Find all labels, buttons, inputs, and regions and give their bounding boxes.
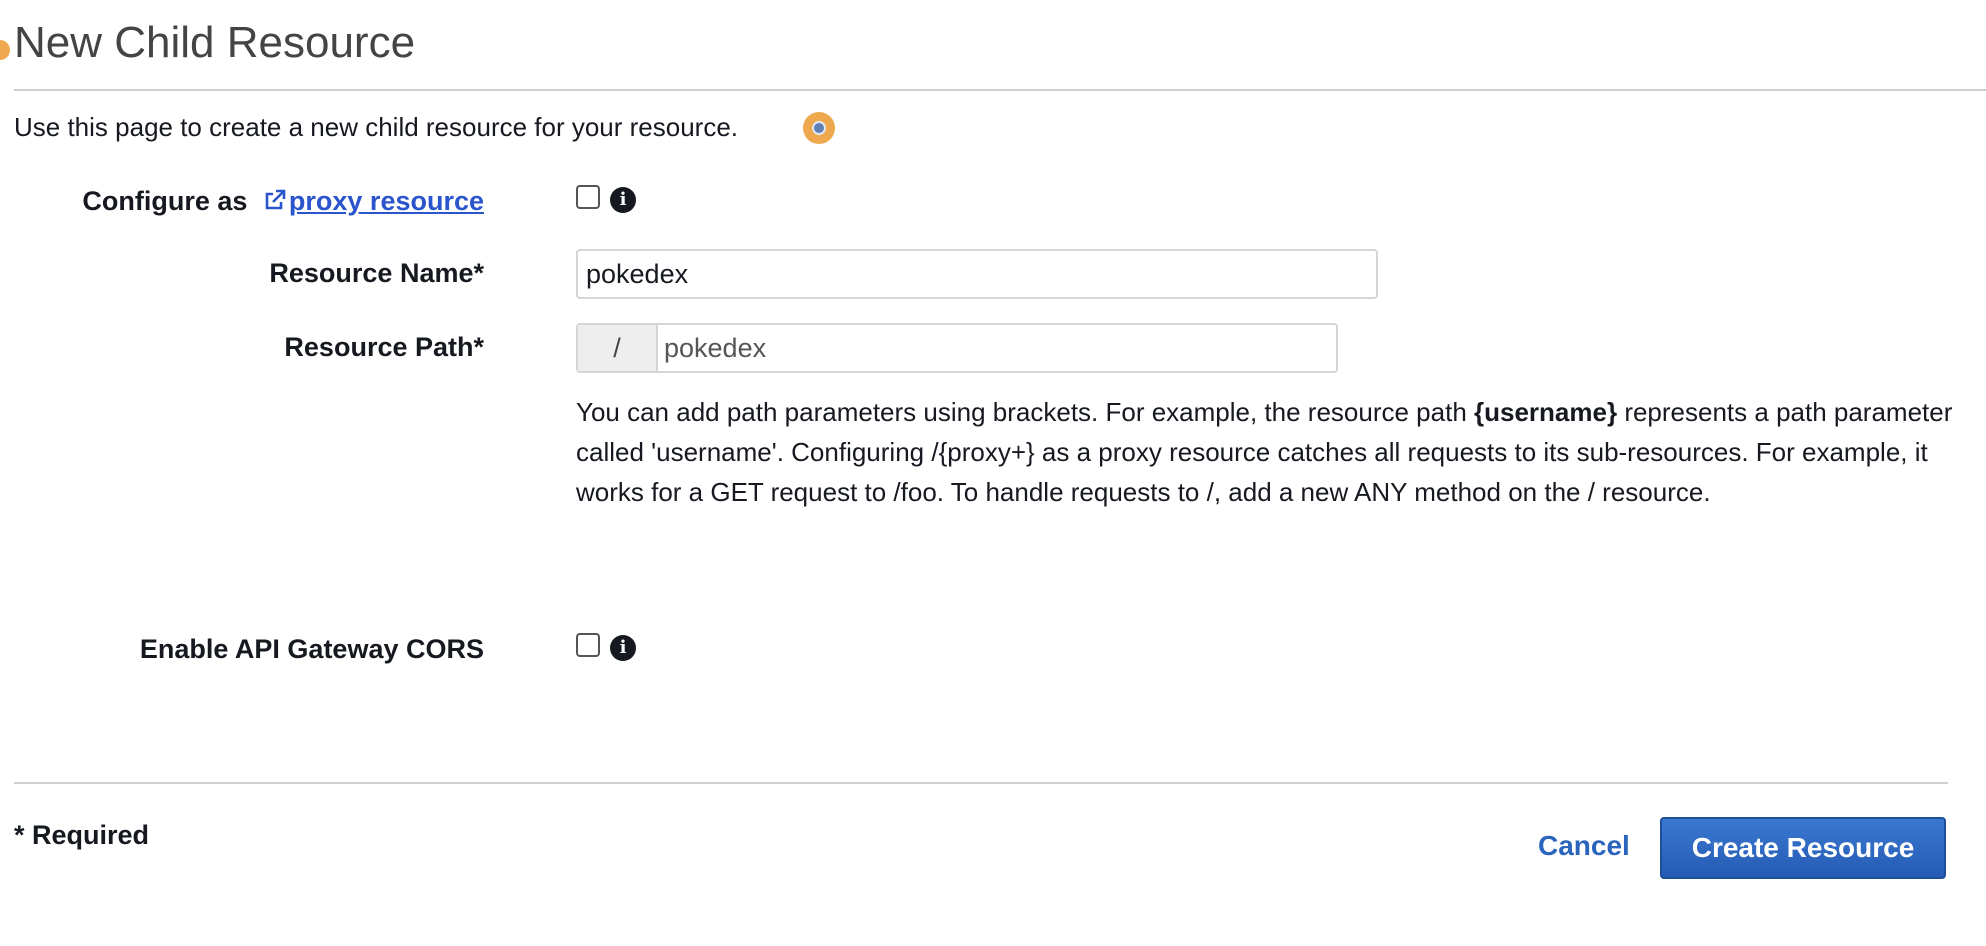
- cors-label: Enable API Gateway CORS: [139, 634, 484, 664]
- resource-path-field: / pokedex: [576, 323, 1338, 373]
- resource-path-prefix: /: [578, 325, 658, 371]
- info-icon[interactable]: i: [610, 635, 636, 661]
- create-resource-button[interactable]: Create Resource: [1660, 817, 1946, 879]
- help-text-bold: {username}: [1474, 397, 1618, 427]
- external-link-icon: [265, 189, 286, 210]
- footer-divider: [14, 782, 1948, 784]
- resource-name-label: Resource Name*: [269, 258, 484, 288]
- proxy-link-text: proxy resource: [288, 186, 484, 216]
- proxy-resource-link[interactable]: proxy resource: [255, 186, 484, 216]
- cors-checkbox[interactable]: [576, 633, 600, 657]
- help-text-part1: You can add path parameters using bracke…: [576, 397, 1475, 427]
- page-description: Use this page to create a new child reso…: [14, 112, 739, 142]
- page-title: New Child Resource: [14, 18, 416, 67]
- resource-name-input[interactable]: pokedex: [576, 249, 1378, 299]
- title-divider: [14, 89, 1986, 91]
- proxy-resource-checkbox[interactable]: [576, 185, 600, 209]
- proxy-label-prefix: Configure as: [82, 186, 248, 216]
- tour-indicator-dot[interactable]: [0, 40, 10, 60]
- resource-path-input[interactable]: pokedex: [658, 325, 1336, 371]
- proxy-resource-label: Configure as proxy resource: [82, 186, 484, 217]
- info-icon[interactable]: i: [610, 187, 636, 213]
- resource-path-label: Resource Path*: [284, 332, 484, 362]
- resource-path-help-text: You can add path parameters using bracke…: [576, 392, 1956, 512]
- cancel-button[interactable]: Cancel: [1538, 830, 1630, 862]
- required-note: * Required: [14, 820, 150, 850]
- tour-hotspot-icon[interactable]: [803, 112, 835, 144]
